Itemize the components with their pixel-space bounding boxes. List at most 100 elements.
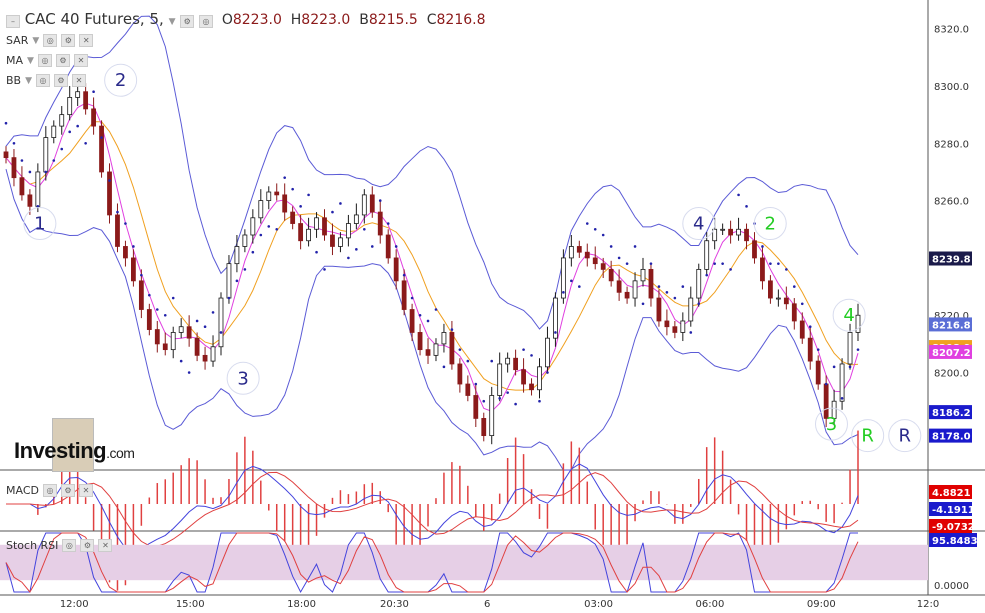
sar-dot [20, 159, 24, 162]
candle-body [640, 268, 646, 282]
candle-body [35, 171, 41, 207]
y-tick-label: 8300.0 [934, 82, 969, 93]
candle-body [306, 228, 311, 242]
settings-icon[interactable]: ⚙ [61, 34, 76, 47]
sar-dot [434, 308, 438, 311]
sar-dot [92, 90, 95, 94]
candle-body [529, 383, 534, 391]
eye-icon[interactable]: ◎ [62, 539, 77, 552]
candle-body [353, 214, 359, 224]
sar-dot [665, 291, 669, 294]
chevron-down-icon[interactable]: ▼ [27, 56, 34, 66]
candle-body [568, 246, 574, 259]
sar-dot [458, 348, 462, 351]
sar-dot [785, 268, 788, 271]
sar-dot [283, 176, 286, 179]
sar-dot [554, 331, 557, 334]
candle-body [752, 240, 757, 259]
eye-icon[interactable]: ◎ [37, 54, 52, 67]
candle-body [847, 332, 853, 365]
candle-body [178, 326, 184, 333]
sar-dot [426, 319, 430, 323]
close-icon[interactable]: ✕ [98, 539, 113, 552]
candle-body [576, 246, 582, 253]
sar-dot [721, 262, 724, 265]
candle-body [600, 263, 606, 270]
sar-dot [402, 273, 406, 277]
candle-body [385, 234, 391, 259]
sar-dot [179, 359, 183, 363]
close-icon[interactable]: ✕ [79, 34, 94, 47]
sar-dot [355, 248, 358, 251]
close-icon[interactable]: ✕ [72, 74, 87, 87]
sar-dot [76, 124, 79, 128]
sar-dot [275, 227, 279, 231]
sar-dot [28, 170, 32, 174]
sar-dot [331, 210, 334, 214]
candle-body [75, 91, 81, 98]
indicator-sar[interactable]: SAR ▼ ◎ ⚙ ✕ [6, 34, 94, 47]
price-label: 8178.0 [932, 432, 971, 443]
x-tick-label: 18:00 [287, 599, 316, 610]
sar-dot [769, 262, 772, 265]
chevron-down-icon[interactable]: ▼ [169, 17, 176, 27]
sar-dot [227, 296, 231, 300]
chevron-down-icon[interactable]: ▼ [32, 36, 39, 46]
candle-body [138, 280, 144, 310]
candle-body [59, 114, 65, 127]
chevron-down-icon[interactable]: ▼ [25, 76, 32, 86]
wave-label: R [899, 426, 912, 447]
candle-body [720, 228, 726, 231]
wave-label: R [861, 426, 874, 447]
candle-body [807, 337, 813, 362]
indicator-stoch[interactable]: Stoch RSI ◎ ⚙ ✕ [6, 539, 113, 552]
sar-dot [148, 293, 151, 297]
settings-icon[interactable]: ⚙ [180, 15, 195, 28]
close-icon[interactable]: ✕ [73, 54, 88, 67]
candle-body [791, 303, 797, 322]
candle-body [441, 332, 447, 345]
eye-icon[interactable]: ◎ [42, 484, 57, 497]
settings-icon[interactable]: ⚙ [80, 539, 95, 552]
sar-dot [514, 402, 517, 406]
sar-dot [60, 147, 64, 151]
eye-icon[interactable]: ◎ [199, 15, 214, 28]
candle-body [19, 177, 25, 196]
chart-legend: – CAC 40 Futures, 5, ▼ ⚙ ◎ O8223.0 H8223… [6, 10, 486, 28]
sar-dot [800, 302, 804, 306]
candle-body [839, 363, 845, 402]
eye-icon[interactable]: ◎ [43, 34, 58, 47]
indicator-label: MACD [6, 484, 39, 497]
sar-dot [132, 245, 135, 248]
sar-dot [538, 399, 541, 403]
legend-collapse-icon[interactable]: – [6, 15, 20, 28]
indicator-bb[interactable]: BB ▼ ◎ ⚙ ✕ [6, 74, 87, 87]
close-icon[interactable]: ✕ [78, 484, 93, 497]
candle-body [473, 395, 479, 419]
candle-body [648, 268, 654, 299]
macd-value-label: -9.0732 [932, 522, 975, 533]
chart-canvas[interactable]: 8320.08300.08280.08260.08240.08220.08200… [0, 0, 985, 613]
candle-body [162, 343, 168, 351]
indicator-label: Stoch RSI [6, 539, 59, 552]
y-tick-label: 8200.0 [934, 369, 969, 380]
sar-dot [450, 328, 454, 331]
candle-body [624, 291, 630, 299]
indicator-macd[interactable]: MACD ◎ ⚙ ✕ [6, 484, 93, 497]
sar-dot [363, 227, 366, 231]
x-tick-label: 12:00 [60, 599, 89, 610]
settings-icon[interactable]: ⚙ [54, 74, 69, 87]
settings-icon[interactable]: ⚙ [60, 484, 75, 497]
candle-body [680, 320, 686, 333]
indicator-ma[interactable]: MA ▼ ◎ ⚙ ✕ [6, 54, 88, 67]
sar-dot [323, 268, 326, 271]
candle-body [401, 280, 407, 310]
eye-icon[interactable]: ◎ [36, 74, 51, 87]
sar-dot [609, 245, 613, 248]
candle-body [537, 366, 542, 391]
sar-dot [315, 250, 318, 254]
candle-body [258, 200, 264, 219]
settings-icon[interactable]: ⚙ [55, 54, 70, 67]
sar-dot [482, 399, 486, 403]
sar-dot [347, 256, 350, 260]
